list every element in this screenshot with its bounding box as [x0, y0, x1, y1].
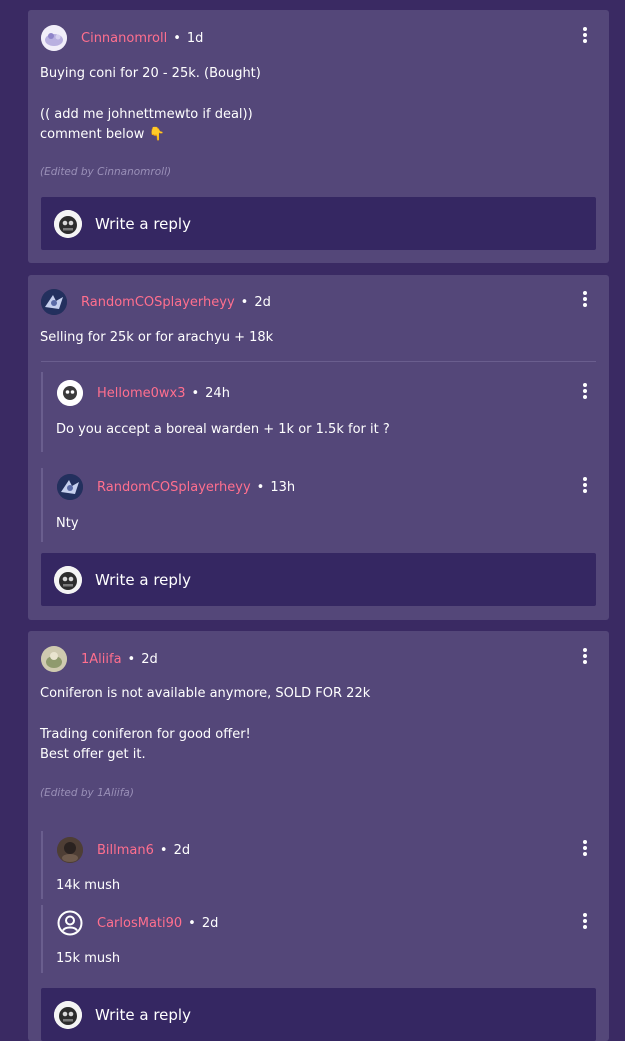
reply-thread-line [41, 831, 43, 899]
comment-text-line: comment below 👇 [40, 127, 165, 142]
comment-text-line: Selling for 25k or for arachyu + 18k [40, 330, 274, 345]
user-avatar[interactable] [41, 289, 67, 315]
user-avatar[interactable] [57, 380, 83, 406]
kebab-menu-icon[interactable] [580, 475, 590, 495]
kebab-menu-icon[interactable] [580, 381, 590, 401]
user-avatar[interactable] [41, 25, 67, 51]
separator-dot: • [240, 294, 249, 310]
comment-card: Cinnanomroll • 1d Buying coni for 20 - 2… [28, 10, 609, 263]
reply-thread-line [41, 468, 43, 542]
timestamp: 2d [254, 294, 271, 310]
user-avatar[interactable] [57, 474, 83, 500]
kebab-menu-icon[interactable] [580, 911, 590, 931]
replies-divider [41, 361, 596, 362]
user-avatar[interactable] [57, 837, 83, 863]
username-link[interactable]: CarlosMati90 [97, 916, 182, 931]
reply-text: 15k mush [56, 951, 121, 966]
comment-card: 1Aliifa • 2d Coniferon is not available … [28, 631, 609, 1041]
kebab-menu-icon[interactable] [580, 838, 590, 858]
my-avatar [54, 209, 82, 238]
timestamp: 2d [201, 915, 219, 931]
edited-note: (Edited by 1Aliifa) [40, 787, 134, 799]
timestamp: 24h [205, 385, 230, 401]
user-circle-icon[interactable] [57, 910, 83, 936]
reply-text: 14k mush [56, 878, 121, 893]
username-link[interactable]: Hellome0wx3 [97, 386, 185, 401]
reply-text: Nty [56, 516, 79, 531]
write-reply-label: Write a reply [95, 214, 191, 233]
comment-header: RandomCOSplayerheyy • 2d [41, 288, 271, 316]
separator-dot: • [256, 479, 265, 495]
reply-header: Billman6 • 2d [57, 836, 190, 864]
username-link[interactable]: RandomCOSplayerheyy [81, 295, 235, 310]
kebab-menu-icon[interactable] [580, 289, 590, 309]
write-reply-label: Write a reply [95, 1005, 191, 1024]
reply-header: RandomCOSplayerheyy • 13h [57, 473, 295, 501]
timestamp: 1d [186, 30, 204, 46]
comment-card: RandomCOSplayerheyy • 2d Selling for 25k… [28, 275, 609, 620]
reply-thread-line [41, 905, 43, 973]
write-reply-button[interactable]: Write a reply [41, 197, 596, 250]
reply-text: Do you accept a boreal warden + 1k or 1.… [56, 422, 390, 437]
separator-dot: • [191, 385, 200, 401]
comment-text-line: (( add me johnettmewto if deal)) [40, 107, 253, 122]
timestamp: 13h [270, 479, 296, 495]
kebab-menu-icon[interactable] [580, 25, 590, 45]
comment-text-line: Coniferon is not available anymore, SOLD… [40, 686, 371, 701]
username-link[interactable]: Cinnanomroll [81, 31, 167, 46]
reply-thread-line [41, 372, 43, 452]
comment-text-line: Buying coni for 20 - 25k. (Bought) [40, 66, 261, 81]
username-link[interactable]: Billman6 [97, 843, 154, 858]
timestamp: 2d [173, 842, 191, 858]
comment-header: Cinnanomroll • 1d [41, 24, 203, 52]
write-reply-button[interactable]: Write a reply [41, 988, 596, 1041]
separator-dot: • [127, 651, 136, 667]
comment-text-line: Best offer get it. [40, 747, 146, 762]
separator-dot: • [173, 30, 181, 46]
timestamp: 2d [141, 651, 158, 667]
user-avatar[interactable] [41, 646, 67, 672]
comment-header: 1Aliifa • 2d [41, 645, 158, 673]
comment-text-line: Trading coniferon for good offer! [40, 727, 251, 742]
my-avatar [54, 565, 82, 594]
username-link[interactable]: RandomCOSplayerheyy [97, 480, 251, 495]
write-reply-label: Write a reply [95, 570, 191, 589]
edited-note: (Edited by Cinnanomroll) [40, 166, 172, 178]
my-avatar [54, 1000, 82, 1029]
separator-dot: • [188, 915, 196, 931]
kebab-menu-icon[interactable] [580, 646, 590, 666]
username-link[interactable]: 1Aliifa [81, 652, 122, 667]
reply-header: Hellome0wx3 • 24h [57, 379, 230, 407]
separator-dot: • [159, 842, 168, 858]
write-reply-button[interactable]: Write a reply [41, 553, 596, 606]
reply-header: CarlosMati90 • 2d [57, 909, 218, 937]
